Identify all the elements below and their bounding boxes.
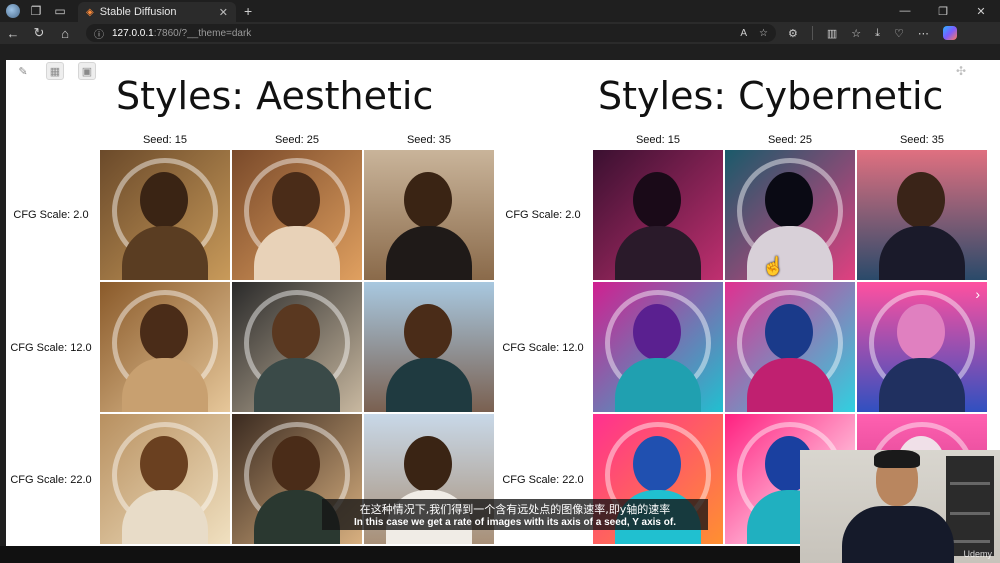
image-detail [140, 172, 188, 228]
profile-avatar[interactable] [6, 4, 20, 18]
cfg-scale-label: CFG Scale: 2.0 [505, 209, 581, 221]
instructor-hair [874, 450, 920, 468]
generated-image-thumbnail[interactable] [100, 150, 230, 280]
split-screen-icon[interactable]: ▥ [827, 27, 837, 40]
site-info-icon[interactable]: ⓘ [94, 26, 104, 41]
seed-label: Seed: 35 [899, 134, 945, 146]
copilot-icon[interactable] [942, 26, 957, 40]
fullscreen-icon[interactable]: ✣ [956, 64, 966, 78]
more-menu-icon[interactable]: ⋯ [918, 27, 929, 40]
seed-label: Seed: 15 [142, 134, 188, 146]
image-detail [272, 436, 320, 492]
udemy-watermark: Udemy [963, 549, 992, 559]
image-detail [765, 172, 813, 228]
seed-label: Seed: 15 [635, 134, 681, 146]
generated-image-thumbnail[interactable] [725, 282, 855, 412]
tab-title: Stable Diffusion [99, 6, 177, 18]
image-detail [140, 436, 188, 492]
minimize-icon[interactable]: — [886, 0, 924, 22]
generated-image-thumbnail[interactable] [100, 282, 230, 412]
browser-toolbar: ← ↻ ⌂ ⓘ 127.0.0.1 :7860/?__theme=dark A … [0, 22, 1000, 44]
instructor-torso [842, 506, 954, 563]
shelf-row [950, 482, 990, 485]
image-detail [386, 226, 472, 280]
image-detail [633, 172, 681, 228]
instructor-webcam: Udemy [800, 450, 1000, 563]
new-tab-icon[interactable]: + [244, 3, 252, 19]
maximize-icon[interactable]: ❐ [924, 0, 962, 22]
image-detail [404, 304, 452, 360]
generated-image-thumbnail[interactable] [232, 150, 362, 280]
next-image-arrow-icon[interactable]: › [975, 286, 980, 302]
section-title-cybernetic: Styles: Cybernetic [598, 74, 944, 118]
generated-image-thumbnail[interactable] [232, 282, 362, 412]
video-subtitles: 在这种情况下,我们得到一个含有远处点的图像速率,即y轴的速率 In this c… [322, 499, 708, 530]
image-detail [386, 358, 472, 412]
refresh-icon[interactable]: ↻ [26, 25, 52, 41]
generated-image-thumbnail[interactable] [364, 282, 494, 412]
close-tab-icon[interactable]: ✕ [219, 6, 228, 19]
seed-label: Seed: 25 [767, 134, 813, 146]
favorites-icon[interactable]: ☆ [851, 27, 861, 40]
seed-label: Seed: 25 [274, 134, 320, 146]
image-detail [272, 304, 320, 360]
image-detail [879, 226, 965, 280]
window-controls: — ❐ ✕ [886, 0, 1000, 22]
downloads-icon[interactable]: ⤓ [875, 27, 880, 40]
gallery-tools: ✎ ▦ ▣ [14, 62, 96, 80]
grid-view-icon[interactable]: ▦ [46, 62, 64, 80]
image-detail [897, 304, 945, 360]
back-icon[interactable]: ← [0, 26, 26, 41]
url-path: :7860/?__theme=dark [153, 27, 252, 39]
generated-image-thumbnail[interactable] [593, 150, 723, 280]
image-detail [404, 436, 452, 492]
toolbar-divider [811, 26, 813, 40]
hand-cursor-icon: ☝ [762, 256, 785, 276]
cfg-scale-label: CFG Scale: 22.0 [502, 474, 584, 486]
shelf-row [950, 540, 990, 543]
favorite-star-icon[interactable]: ☆ [759, 28, 768, 39]
image-detail [633, 436, 681, 492]
browser-essentials-icon[interactable]: ♡ [894, 27, 904, 40]
seed-label: Seed: 35 [406, 134, 452, 146]
generated-image-thumbnail[interactable] [364, 150, 494, 280]
shelf-row [950, 512, 990, 515]
generated-image-thumbnail[interactable] [725, 150, 855, 280]
section-title-aesthetic: Styles: Aesthetic [116, 74, 434, 118]
image-detail [765, 304, 813, 360]
image-detail [140, 304, 188, 360]
cfg-scale-label: CFG Scale: 12.0 [10, 342, 92, 354]
cfg-scale-label: CFG Scale: 22.0 [10, 474, 92, 486]
cfg-scale-label: CFG Scale: 12.0 [502, 342, 584, 354]
image-detail [633, 304, 681, 360]
workspaces-icon[interactable]: ❐ [28, 3, 44, 19]
address-bar[interactable]: ⓘ 127.0.0.1 :7860/?__theme=dark A ☆ [86, 24, 776, 42]
edit-pencil-icon[interactable]: ✎ [14, 62, 32, 80]
browser-tab-strip: ❐ ▭ ◈ Stable Diffusion ✕ + — ❐ ✕ [0, 0, 1000, 22]
close-window-icon[interactable]: ✕ [962, 0, 1000, 22]
stable-diffusion-favicon-icon: ◈ [86, 6, 94, 18]
image-detail [404, 172, 452, 228]
cfg-scale-label: CFG Scale: 2.0 [13, 209, 89, 221]
generated-image-thumbnail[interactable] [857, 282, 987, 412]
image-detail [272, 172, 320, 228]
subtitle-english: In this case we get a rate of images wit… [354, 517, 676, 528]
image-detail [897, 172, 945, 228]
url-host: 127.0.0.1 [112, 27, 154, 39]
generated-image-thumbnail[interactable] [100, 414, 230, 544]
extensions-icon[interactable]: ⚙ [788, 27, 798, 40]
generated-image-thumbnail[interactable] [857, 150, 987, 280]
tab-stable-diffusion[interactable]: ◈ Stable Diffusion ✕ [78, 2, 236, 22]
generated-image-thumbnail[interactable] [593, 282, 723, 412]
browser-tools: ⚙ ▥ ☆ ⤓ ♡ ⋯ [788, 26, 957, 40]
home-icon[interactable]: ⌂ [52, 26, 78, 41]
save-icon[interactable]: ▣ [78, 62, 96, 80]
read-aloud-icon[interactable]: A [740, 28, 747, 39]
image-detail [615, 226, 701, 280]
subtitle-chinese: 在这种情况下,我们得到一个含有远处点的图像速率,即y轴的速率 [359, 503, 671, 516]
tab-actions-icon[interactable]: ▭ [52, 3, 68, 19]
